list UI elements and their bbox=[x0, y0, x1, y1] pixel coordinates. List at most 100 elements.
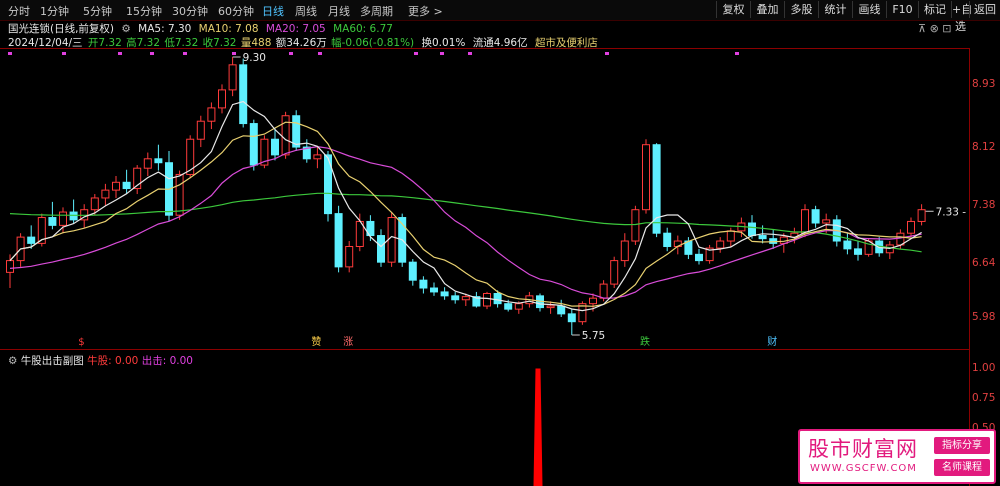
candle-body bbox=[143, 158, 152, 169]
candle-body bbox=[631, 209, 640, 242]
candle-body bbox=[451, 295, 460, 301]
candle-body bbox=[27, 236, 36, 244]
candle-body bbox=[811, 209, 820, 224]
ma60-value: MA60: 6.77 bbox=[333, 23, 393, 35]
candle-body bbox=[546, 305, 555, 309]
ma10-line bbox=[9, 121, 922, 307]
candle-body bbox=[334, 213, 343, 268]
signal-label: 财 bbox=[767, 335, 777, 348]
candle-body bbox=[408, 261, 417, 281]
tab-multi-period[interactable]: 多周期 bbox=[360, 3, 393, 19]
candle-body bbox=[122, 181, 131, 190]
candle-body bbox=[186, 138, 195, 175]
candle-body bbox=[504, 303, 513, 310]
candle-body bbox=[557, 305, 566, 315]
close-icon[interactable]: ⊗ bbox=[930, 22, 939, 35]
add-watchlist-button[interactable]: +自选 bbox=[951, 1, 972, 33]
candle-body bbox=[112, 181, 120, 191]
signal-label: 涨 bbox=[343, 336, 353, 348]
tab-30min[interactable]: 30分钟 bbox=[172, 3, 208, 19]
marker-dot bbox=[118, 52, 122, 55]
candle-body bbox=[345, 246, 354, 268]
tab-60min[interactable]: 60分钟 bbox=[218, 3, 254, 19]
tab-15min[interactable]: 15分钟 bbox=[126, 3, 162, 19]
candlestick-chart[interactable]: 9.30 5.75 7.33 - $ 赞 涨 跌 财 bbox=[0, 49, 969, 349]
marker-dot bbox=[605, 52, 609, 55]
candle-body bbox=[748, 222, 756, 237]
marker-dot bbox=[440, 52, 444, 55]
period-toolbar: 分时 1分钟 5分钟 15分钟 30分钟 60分钟 日线 周线 月线 多周期 更… bbox=[0, 0, 1000, 33]
tab-1min[interactable]: 1分钟 bbox=[40, 3, 69, 19]
candle-body bbox=[843, 240, 852, 250]
candle-body bbox=[154, 158, 163, 164]
low-price-label: 5.75 bbox=[582, 330, 605, 342]
f10-button[interactable]: F10 bbox=[886, 1, 918, 18]
watermark-url: WWW.GSCFW.COM bbox=[810, 463, 917, 474]
tab-fenshi[interactable]: 分时 bbox=[8, 3, 30, 19]
candle-body bbox=[514, 303, 523, 310]
candle-body bbox=[207, 107, 216, 122]
ind-tick-2: 0.75 bbox=[972, 392, 996, 404]
candle-body bbox=[59, 211, 67, 226]
candle-body bbox=[387, 217, 396, 263]
candle-body bbox=[292, 115, 301, 148]
candle-body bbox=[196, 120, 205, 140]
candle-body bbox=[758, 235, 767, 240]
marker-dot bbox=[183, 52, 187, 55]
tab-weekly[interactable]: 周线 bbox=[295, 3, 317, 19]
marker-dot bbox=[414, 52, 418, 55]
more-menu[interactable]: 更多 > bbox=[408, 3, 443, 19]
marker-dot bbox=[735, 52, 739, 55]
signal-label: 跌 bbox=[640, 335, 650, 348]
multi-stock-button[interactable]: 多股 bbox=[784, 1, 818, 18]
ma5-value: MA5: 7.30 bbox=[138, 23, 192, 35]
candle-body bbox=[822, 219, 831, 224]
signal-label: 赞 bbox=[311, 335, 321, 348]
overlay-button[interactable]: 叠加 bbox=[750, 1, 784, 18]
stats-button[interactable]: 统计 bbox=[818, 1, 852, 18]
candle-body bbox=[716, 240, 725, 249]
ma10-value: MA10: 7.08 bbox=[198, 23, 259, 35]
ma20-value: MA20: 7.05 bbox=[265, 23, 326, 35]
candle-body bbox=[90, 197, 99, 211]
expand-icon[interactable]: ⊡ bbox=[942, 22, 951, 35]
ma20-line bbox=[9, 145, 922, 299]
signal-spike bbox=[533, 368, 543, 486]
candle-body bbox=[801, 209, 809, 234]
marker-dot bbox=[150, 52, 154, 55]
candle-body bbox=[620, 240, 629, 262]
draw-line-button[interactable]: 画线 bbox=[852, 1, 886, 18]
candle-body bbox=[589, 297, 597, 305]
candle-body bbox=[175, 173, 184, 216]
candle-body bbox=[567, 313, 576, 323]
last-price-label: 7.33 - bbox=[936, 206, 967, 218]
marker-dot bbox=[232, 52, 236, 55]
settings-icon[interactable]: ⚙ bbox=[121, 23, 130, 35]
candle-body bbox=[430, 287, 438, 293]
marker-dot bbox=[8, 52, 12, 55]
candle-body bbox=[101, 189, 110, 199]
candle-body bbox=[239, 64, 248, 125]
fuquan-button[interactable]: 复权 bbox=[716, 1, 750, 18]
tab-5min[interactable]: 5分钟 bbox=[83, 3, 112, 19]
candle-body bbox=[440, 291, 449, 297]
arrow-up-icon[interactable]: ⊼ bbox=[918, 22, 926, 35]
marker-dot bbox=[289, 52, 293, 55]
candle-body bbox=[663, 232, 672, 248]
tab-monthly[interactable]: 月线 bbox=[328, 3, 350, 19]
stock-name-label[interactable]: 国光连锁(日线,前复权) bbox=[8, 23, 114, 35]
mark-button[interactable]: 标记 bbox=[918, 1, 951, 18]
candle-body bbox=[726, 230, 735, 242]
watermark-name: 股市财富网 bbox=[808, 437, 918, 461]
candle-body bbox=[377, 235, 385, 263]
candle-body bbox=[483, 292, 491, 307]
candle-body bbox=[493, 292, 502, 305]
candle-body bbox=[854, 248, 862, 255]
price-tick-2: 8.12 bbox=[972, 141, 996, 153]
quote-info-line: 2024/12/04/三 开7.32 高7.32 低7.32 收7.32 量48… bbox=[8, 35, 602, 49]
price-tick-1: 8.93 bbox=[972, 78, 996, 90]
back-button[interactable]: 返回 bbox=[969, 1, 1000, 18]
ind-tick-1: 1.00 bbox=[972, 362, 996, 374]
candle-body bbox=[461, 296, 470, 301]
tab-daily[interactable]: 日线 bbox=[262, 3, 284, 19]
